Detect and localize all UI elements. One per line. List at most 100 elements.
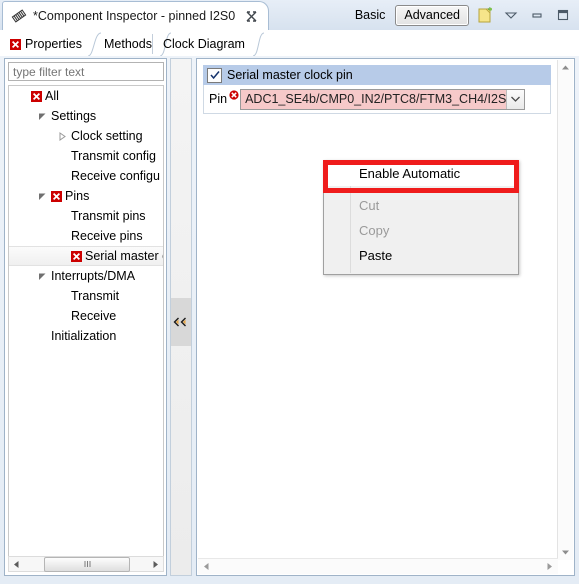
tree-item-label: Serial master cl (85, 249, 164, 263)
error-marker-icon (229, 89, 239, 100)
tree-item-interrupts-dma[interactable]: Interrupts/DMA (9, 266, 163, 286)
tab-curve (252, 32, 265, 56)
component-inspector-icon (11, 8, 27, 24)
error-icon (49, 186, 63, 206)
group-checkbox[interactable] (207, 67, 222, 83)
collapse-panel-button[interactable] (171, 298, 191, 346)
tree-item-all[interactable]: All (9, 86, 163, 106)
pin-value: ADC1_SE4b/CMP0_IN2/PTC8/FTM3_CH4/I2S0 (241, 89, 507, 109)
tree-item-receive[interactable]: Receive (9, 306, 163, 326)
tree-item-receive-pins[interactable]: Receive pins (9, 226, 163, 246)
tab-strip: Properties Methods Clock Diagram (0, 30, 579, 57)
filter-input[interactable] (8, 62, 164, 81)
menu-item-label: Cut (359, 198, 380, 213)
minimize-icon[interactable] (527, 5, 547, 25)
twisty-expanded-icon[interactable] (35, 266, 49, 286)
error-icon (69, 246, 83, 266)
twisty-placeholder (55, 146, 69, 166)
tree-item-transmit[interactable]: Transmit (9, 286, 163, 306)
menu-item-cut: Cut (324, 193, 518, 218)
twisty-placeholder (55, 306, 69, 326)
tab-clock-diagram[interactable]: Clock Diagram (155, 32, 265, 56)
tree-item-label: Receive (71, 309, 117, 323)
maximize-icon[interactable] (553, 5, 573, 25)
pin-field-row: Pin ADC1_SE4b/CMP0_IN2/PTC8/FTM3_CH4/I2S… (203, 85, 551, 114)
tree-item-label: Clock setting (71, 129, 143, 143)
tree-item-serial-master-cl[interactable]: Serial master cl (9, 246, 163, 266)
properties-tree[interactable]: All Settings Clock setting Transmit config R… (8, 85, 164, 568)
double-chevron-left-icon (173, 317, 186, 327)
tree-item-label: Initialization (51, 329, 117, 343)
tab-clock-diagram-label: Clock Diagram (163, 37, 245, 51)
basic-mode-button[interactable]: Basic (351, 8, 390, 22)
tab-methods[interactable]: Methods (96, 32, 172, 56)
tree-item-transmit-pins[interactable]: Transmit pins (9, 206, 163, 226)
tree-item-label: Receive configu (71, 169, 160, 183)
menu-item-enable-automatic[interactable]: Enable Automatic (324, 161, 518, 186)
tree-horizontal-scrollbar[interactable] (8, 556, 164, 572)
tab-divider (152, 34, 153, 54)
chevron-down-icon[interactable] (506, 89, 525, 109)
menu-item-paste[interactable]: Paste (324, 243, 518, 268)
scroll-right-icon[interactable] (542, 559, 557, 574)
scroll-down-icon[interactable] (558, 545, 573, 560)
context-menu[interactable]: Enable Automatic Cut Copy Paste (323, 160, 519, 275)
pin-label: Pin (209, 92, 228, 106)
tab-properties-label: Properties (25, 37, 82, 51)
twisty-placeholder (15, 86, 29, 106)
menu-item-label: Enable Automatic (359, 166, 461, 181)
error-icon (29, 86, 43, 106)
twisty-placeholder (35, 326, 49, 346)
menu-item-label: Paste (359, 248, 393, 263)
tree-item-label: Interrupts/DMA (51, 269, 136, 283)
editor-horizontal-scrollbar[interactable] (198, 558, 558, 574)
tab-properties[interactable]: Properties (2, 32, 102, 56)
panel-sash[interactable] (170, 58, 192, 576)
twisty-placeholder (55, 226, 69, 246)
scroll-up-icon[interactable] (558, 60, 573, 75)
tree-item-label: Pins (65, 189, 90, 203)
twisty-placeholder (55, 286, 69, 306)
scroll-left-icon[interactable] (9, 557, 24, 572)
view-menu-icon[interactable] (501, 5, 521, 25)
tree-item-pins[interactable]: Pins (9, 186, 163, 206)
scroll-thumb[interactable] (44, 556, 130, 572)
tree-item-label: Receive pins (71, 229, 143, 243)
tree-item-receive-configu[interactable]: Receive configu (9, 166, 163, 186)
titlebar-toolbar: Basic Advanced (351, 0, 573, 30)
tree-item-transmit-config[interactable]: Transmit config (9, 146, 163, 166)
close-icon[interactable] (245, 10, 258, 23)
twisty-expanded-icon[interactable] (35, 186, 49, 206)
navigation-panel: All Settings Clock setting Transmit config R… (4, 58, 167, 576)
twisty-placeholder (55, 206, 69, 226)
twisty-placeholder (55, 166, 69, 186)
tree-item-label: Transmit pins (71, 209, 146, 223)
pin-combobox[interactable]: ADC1_SE4b/CMP0_IN2/PTC8/FTM3_CH4/I2S0 (240, 88, 526, 110)
menu-item-copy: Copy (324, 218, 518, 243)
window-title: *Component Inspector - pinned I2S0 (33, 9, 236, 23)
tree-item-label: Transmit (71, 289, 120, 303)
component-inspector-window: *Component Inspector - pinned I2S0 Basic… (0, 0, 579, 584)
advanced-mode-button[interactable]: Advanced (395, 4, 469, 26)
group-header: Serial master clock pin (203, 65, 551, 85)
scroll-right-icon[interactable] (148, 557, 163, 572)
twisty-collapsed-icon[interactable] (55, 126, 69, 146)
new-note-icon[interactable] (475, 5, 495, 25)
group-header-label: Serial master clock pin (227, 68, 353, 82)
editor-panel: Serial master clock pin Pin ADC1_SE4b/CM… (196, 58, 575, 576)
tree-item-clock-setting[interactable]: Clock setting (9, 126, 163, 146)
tree-item-label: Settings (51, 109, 97, 123)
window-tab[interactable]: *Component Inspector - pinned I2S0 (2, 1, 270, 30)
tree-item-label: All (45, 89, 59, 103)
tab-methods-label: Methods (104, 37, 152, 51)
twisty-expanded-icon[interactable] (35, 106, 49, 126)
menu-separator (352, 189, 516, 190)
scroll-left-icon[interactable] (199, 559, 214, 574)
twisty-placeholder (55, 246, 69, 266)
menu-bottom-pad (324, 268, 518, 274)
editor-vertical-scrollbar[interactable] (557, 60, 573, 560)
content-area: All Settings Clock setting Transmit config R… (0, 56, 579, 584)
title-bar: *Component Inspector - pinned I2S0 Basic… (0, 0, 579, 30)
tree-item-initialization[interactable]: Initialization (9, 326, 163, 346)
tree-item-settings[interactable]: Settings (9, 106, 163, 126)
